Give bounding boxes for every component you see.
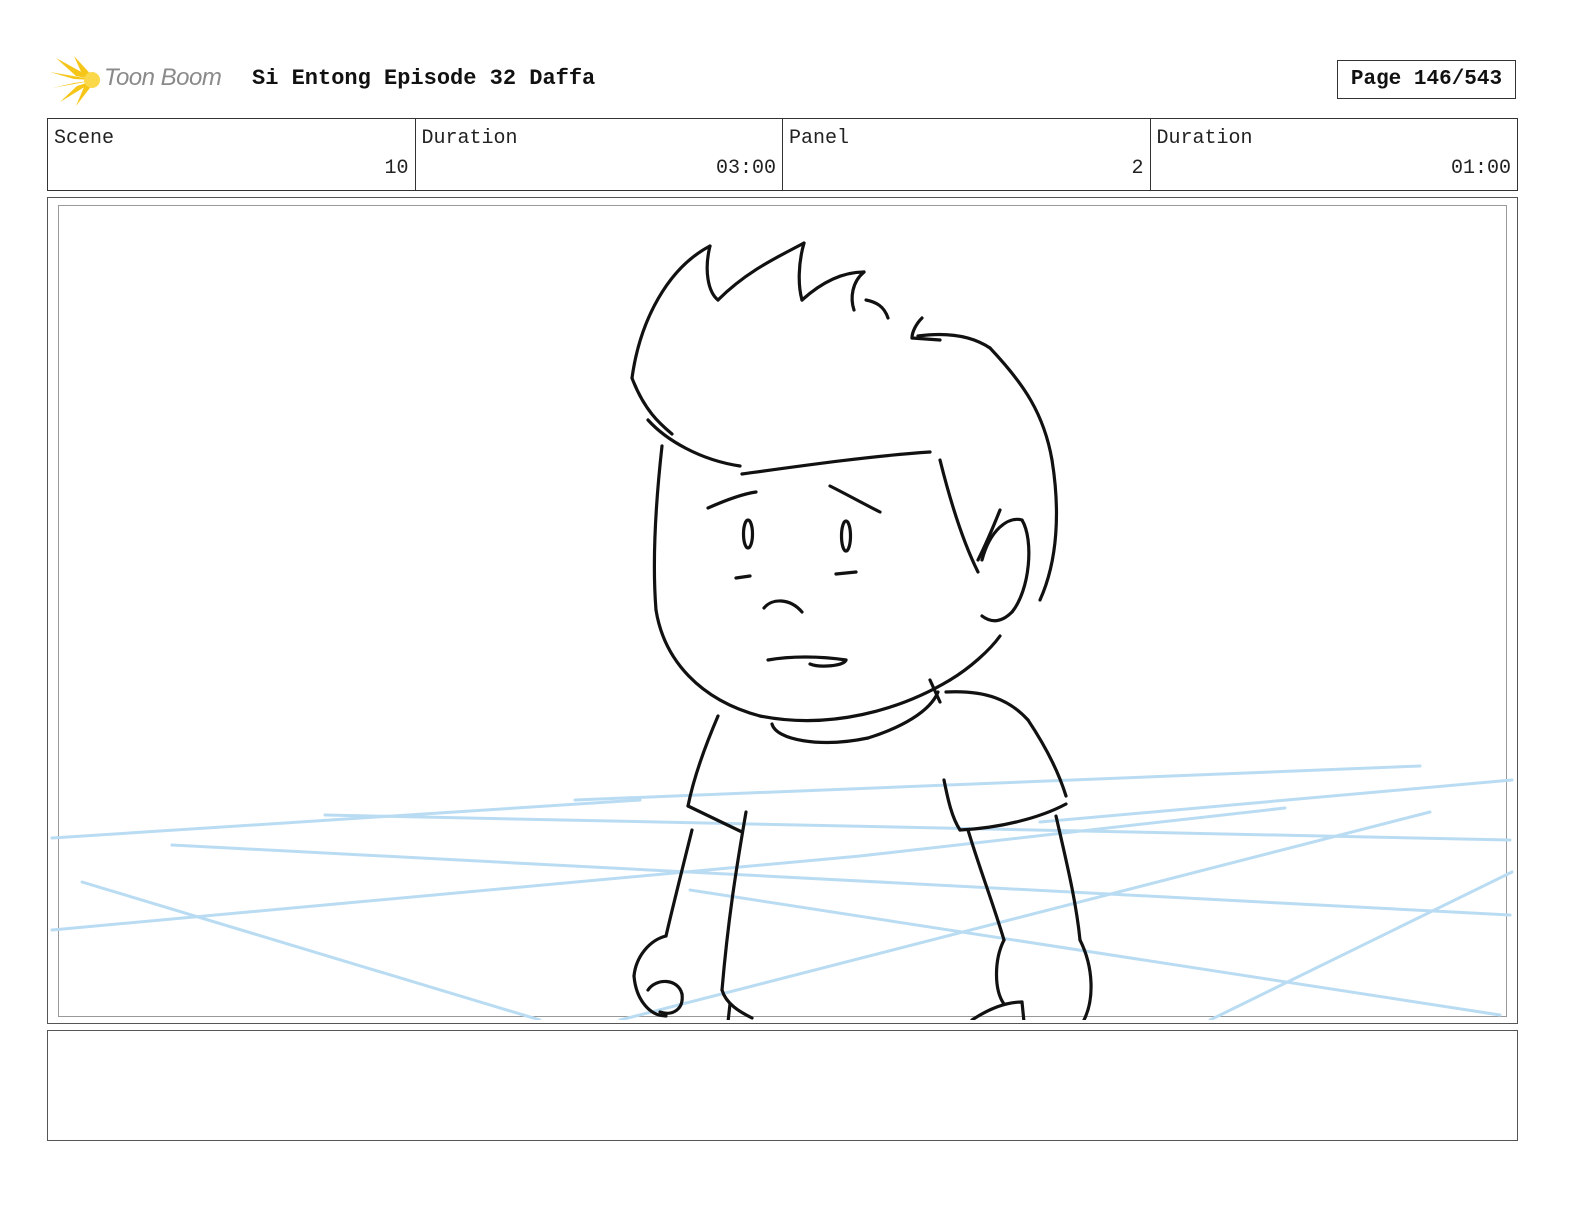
- scene-value: 10: [384, 157, 409, 180]
- starburst-logo-icon: [50, 56, 100, 106]
- panel-value: 2: [1131, 157, 1144, 180]
- scene-info-row: Scene 10 Duration 03:00 Panel 2 Duration…: [47, 118, 1518, 191]
- character-sketch: [630, 241, 1093, 1020]
- page-counter: Page 146/543: [1337, 60, 1516, 99]
- logo-text: Toon Boom: [104, 64, 222, 91]
- panel-label: Panel: [789, 127, 850, 150]
- panel-cell: Panel 2: [783, 119, 1151, 190]
- scene-duration-label: Duration: [421, 127, 518, 150]
- document-title: Si Entong Episode 32 Daffa: [252, 66, 596, 91]
- panel-duration-cell: Duration 01:00: [1151, 119, 1518, 190]
- panel-notes-box: [47, 1030, 1518, 1141]
- perspective-guide-lines: [50, 764, 1514, 1020]
- storyboard-drawing: [50, 241, 1514, 1020]
- toon-boom-logo: Toon Boom: [50, 52, 240, 108]
- scene-duration-value: 03:00: [715, 157, 776, 180]
- scene-label: Scene: [54, 127, 115, 150]
- panel-duration-value: 01:00: [1450, 157, 1511, 180]
- panel-duration-label: Duration: [1156, 127, 1253, 150]
- scene-duration-cell: Duration 03:00: [416, 119, 783, 190]
- scene-cell: Scene 10: [48, 119, 416, 190]
